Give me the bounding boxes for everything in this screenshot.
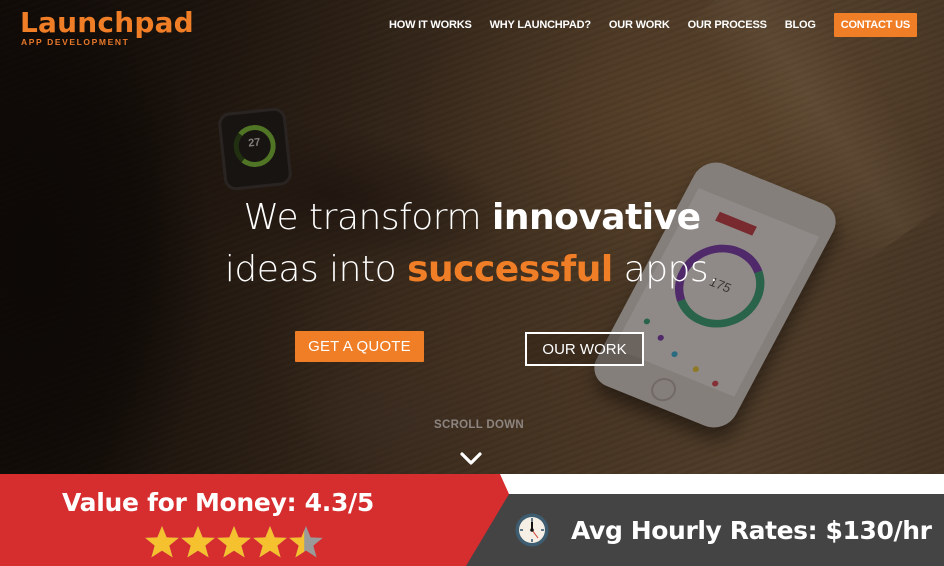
value-for-money-label: Value for Money: 4.3/5 bbox=[62, 488, 374, 517]
star-rating bbox=[144, 525, 324, 559]
star-fill bbox=[145, 526, 179, 558]
star-fill bbox=[253, 526, 287, 558]
logo[interactable]: Launchpad APP DEVELOPMENT bbox=[20, 8, 194, 47]
headline-text: apps. bbox=[612, 249, 720, 290]
hero-section: 27 175 Launchpad APP DEVELOPMENT HOW IT … bbox=[0, 0, 944, 474]
chevron-down-icon[interactable] bbox=[459, 451, 483, 467]
banner-white-strip bbox=[500, 474, 944, 494]
clock-icon bbox=[515, 513, 549, 547]
headline-text: ideas into bbox=[224, 249, 408, 290]
hero-headline: We transform innovative ideas into succe… bbox=[0, 192, 944, 296]
logo-name: Launchpad bbox=[20, 6, 194, 39]
headline-text: We transform bbox=[243, 197, 492, 238]
scroll-down-label[interactable]: SCROLL DOWN bbox=[0, 419, 944, 431]
nav-our-process[interactable]: OUR PROCESS bbox=[688, 19, 767, 31]
main-nav: HOW IT WORKS WHY LAUNCHPAD? OUR WORK OUR… bbox=[371, 13, 917, 37]
headline-accent: successful bbox=[407, 249, 613, 290]
get-a-quote-button[interactable]: GET A QUOTE bbox=[295, 331, 424, 362]
nav-our-work[interactable]: OUR WORK bbox=[609, 19, 670, 31]
headline-line-2: ideas into successful apps. bbox=[0, 244, 944, 296]
star-icon bbox=[181, 526, 215, 558]
contact-us-button[interactable]: CONTACT US bbox=[833, 13, 917, 37]
our-work-button[interactable]: OUR WORK bbox=[525, 332, 644, 366]
star-icon bbox=[253, 526, 287, 558]
star-icon bbox=[289, 526, 323, 558]
star-fill bbox=[181, 526, 215, 558]
headline-emphasis: innovative bbox=[491, 197, 701, 238]
hourly-rate: Avg Hourly Rates: $130/hr bbox=[514, 512, 932, 548]
rating-banner: Value for Money: 4.3/5 Avg Hourly Rates:… bbox=[0, 474, 944, 566]
nav-why-launchpad[interactable]: WHY LAUNCHPAD? bbox=[490, 19, 591, 31]
star-icon bbox=[217, 526, 251, 558]
star-fill bbox=[217, 526, 251, 558]
nav-blog[interactable]: BLOG bbox=[785, 19, 816, 31]
logo-tagline: APP DEVELOPMENT bbox=[21, 37, 130, 47]
star-icon bbox=[145, 526, 179, 558]
headline-line-1: We transform innovative bbox=[0, 192, 944, 244]
avg-hourly-rate-label: Avg Hourly Rates: $130/hr bbox=[571, 515, 932, 545]
nav-how-it-works[interactable]: HOW IT WORKS bbox=[389, 19, 472, 31]
